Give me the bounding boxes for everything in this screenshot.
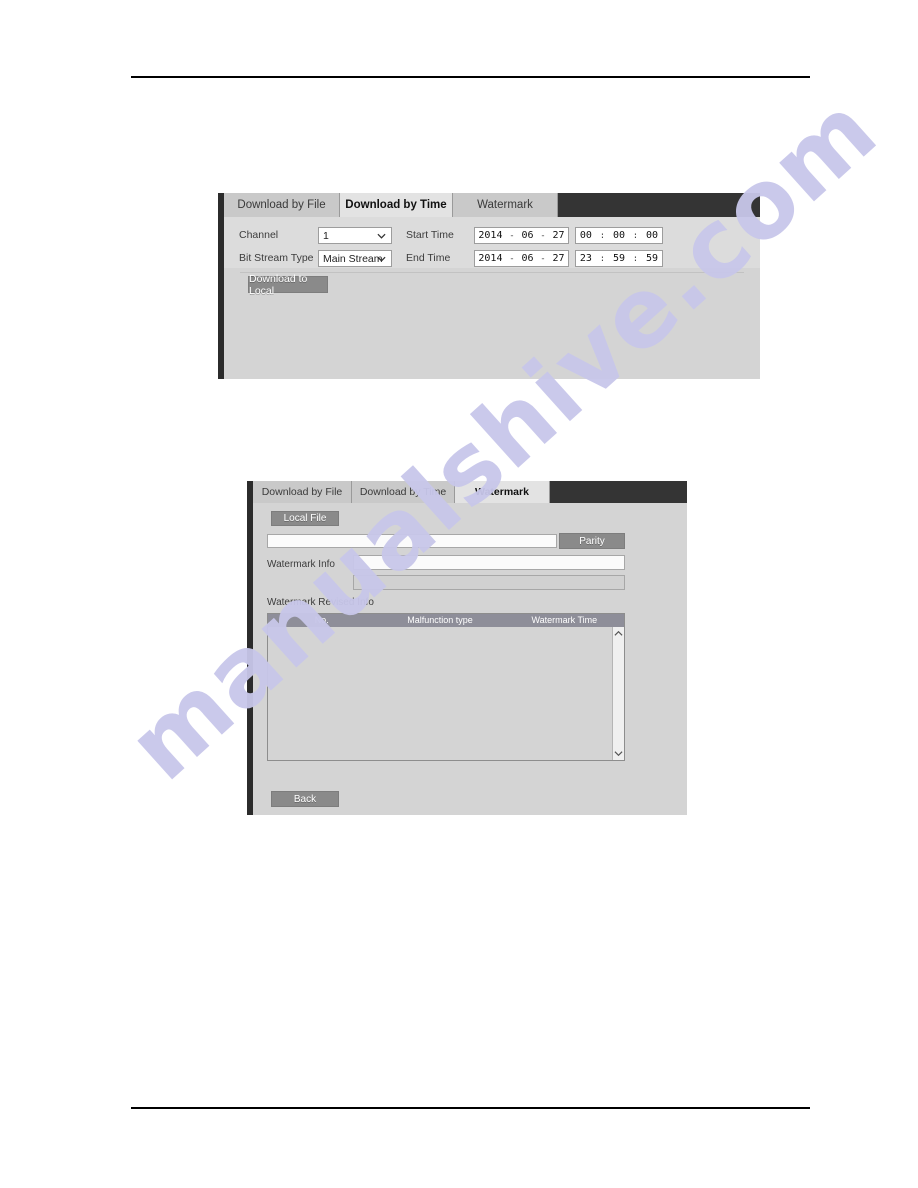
column-header-watermark-time: Watermark Time bbox=[531, 615, 598, 625]
local-file-label: Local File bbox=[283, 513, 327, 524]
time-separator: : bbox=[632, 253, 639, 264]
channel-row: Channel 1 Start Time 2014 - 06 - 27 00 :… bbox=[224, 226, 760, 245]
tab-label: Download by File bbox=[261, 486, 343, 498]
end-date-month: 06 bbox=[521, 253, 534, 264]
start-date-month: 06 bbox=[521, 230, 534, 241]
watermark-info-label: Watermark Info bbox=[267, 559, 335, 570]
start-time-minute: 00 bbox=[612, 230, 625, 241]
tab-label: Watermark bbox=[475, 486, 529, 498]
watermark-info-input[interactable] bbox=[353, 555, 625, 570]
panel-one-tabbar: Download by File Download by Time Waterm… bbox=[224, 193, 760, 217]
channel-select-value: 1 bbox=[323, 229, 329, 242]
bit-stream-type-select[interactable]: Main Stream bbox=[318, 250, 392, 267]
end-time-hour: 23 bbox=[579, 253, 592, 264]
end-time-label: End Time bbox=[406, 252, 451, 265]
date-separator: - bbox=[540, 230, 546, 241]
channel-select[interactable]: 1 bbox=[318, 227, 392, 244]
column-header-no: No. bbox=[314, 615, 329, 625]
tab-watermark[interactable]: Watermark bbox=[453, 193, 558, 217]
start-time-second: 00 bbox=[646, 230, 659, 241]
watermark-content: Local File Parity Watermark Info Waterma… bbox=[253, 503, 687, 815]
date-separator: - bbox=[509, 230, 515, 241]
back-button[interactable]: Back bbox=[271, 791, 339, 807]
time-separator: : bbox=[632, 230, 639, 241]
start-date-day: 27 bbox=[552, 230, 565, 241]
local-file-button[interactable]: Local File bbox=[271, 511, 339, 526]
channel-label: Channel bbox=[239, 229, 279, 242]
end-time-second: 59 bbox=[646, 253, 659, 264]
watermark-revised-info-table: No. Malfunction type Watermark Time bbox=[267, 613, 625, 761]
table-body bbox=[268, 627, 624, 760]
tab-label: Watermark bbox=[477, 199, 533, 211]
tab-download-by-time[interactable]: Download by Time bbox=[340, 193, 453, 217]
watermark-info-secondary-input[interactable] bbox=[353, 575, 625, 590]
start-time-label: Start Time bbox=[406, 229, 454, 242]
panel-two-tabbar: Download by File Download by Time Waterm… bbox=[253, 481, 687, 503]
date-separator: - bbox=[509, 253, 515, 264]
table-header-row: No. Malfunction type Watermark Time bbox=[268, 614, 624, 627]
file-path-input[interactable] bbox=[267, 534, 557, 548]
tab-watermark[interactable]: Watermark bbox=[455, 481, 550, 503]
watermark-revised-info-label: Watermark Revised Info bbox=[267, 597, 374, 608]
page-footer-rule bbox=[131, 1107, 810, 1109]
end-date-field[interactable]: 2014 - 06 - 27 bbox=[474, 250, 569, 267]
end-date-day: 27 bbox=[552, 253, 565, 264]
back-label: Back bbox=[293, 793, 317, 805]
end-time-field[interactable]: 23 : 59 : 59 bbox=[575, 250, 663, 267]
download-by-time-panel: Download by File Download by Time Waterm… bbox=[218, 193, 760, 379]
tab-label: Download by Time bbox=[345, 199, 447, 211]
start-time-hour: 00 bbox=[579, 230, 592, 241]
page-header-rule bbox=[131, 76, 810, 78]
download-by-time-form: Channel 1 Start Time 2014 - 06 - 27 00 :… bbox=[224, 217, 760, 273]
chevron-down-icon bbox=[377, 233, 386, 239]
bit-stream-type-label: Bit Stream Type bbox=[239, 252, 314, 265]
tab-label: Download by File bbox=[237, 199, 326, 211]
parity-button[interactable]: Parity bbox=[559, 533, 625, 549]
download-to-local-label: Download to Local bbox=[249, 272, 308, 297]
chevron-down-icon[interactable] bbox=[614, 749, 623, 758]
time-separator: : bbox=[599, 230, 606, 241]
download-to-local-button[interactable]: Download to Local bbox=[248, 273, 328, 297]
watermark-panel: Download by File Download by Time Waterm… bbox=[247, 481, 687, 815]
chevron-down-icon bbox=[377, 256, 386, 262]
tab-download-by-file[interactable]: Download by File bbox=[253, 481, 352, 503]
start-time-field[interactable]: 00 : 00 : 00 bbox=[575, 227, 663, 244]
end-date-year: 2014 bbox=[478, 253, 503, 264]
time-separator: : bbox=[599, 253, 606, 264]
end-time-minute: 59 bbox=[612, 253, 625, 264]
bit-stream-type-value: Main Stream bbox=[323, 252, 383, 265]
date-separator: - bbox=[540, 253, 546, 264]
tab-download-by-time[interactable]: Download by Time bbox=[352, 481, 455, 503]
tab-download-by-file[interactable]: Download by File bbox=[224, 193, 340, 217]
tab-label: Download by Time bbox=[359, 486, 447, 498]
parity-label: Parity bbox=[579, 535, 605, 547]
bitstream-row: Bit Stream Type Main Stream End Time 201… bbox=[224, 249, 760, 268]
start-date-field[interactable]: 2014 - 06 - 27 bbox=[474, 227, 569, 244]
chevron-up-icon[interactable] bbox=[614, 629, 623, 638]
table-vertical-scrollbar[interactable] bbox=[612, 627, 624, 760]
start-date-year: 2014 bbox=[478, 230, 503, 241]
column-header-malfunction-type: Malfunction type bbox=[407, 615, 473, 625]
